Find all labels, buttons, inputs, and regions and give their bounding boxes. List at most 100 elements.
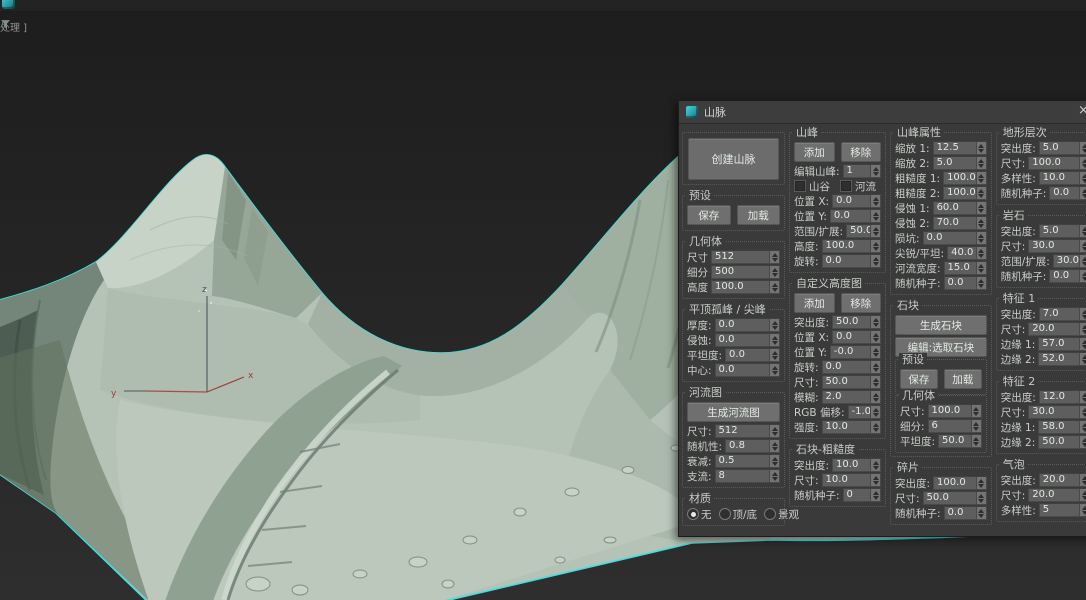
spinner-down-icon[interactable]: [1082, 413, 1086, 417]
spinner-up-icon[interactable]: [772, 336, 778, 340]
spinner-arrows[interactable]: [1079, 391, 1086, 403]
spinner-field[interactable]: 2.0: [822, 390, 881, 404]
spinner-field[interactable]: 0.0: [822, 254, 881, 268]
spinner-field[interactable]: 8: [715, 469, 780, 483]
stone-preset-save-button[interactable]: 保存: [900, 369, 938, 389]
heightmap-add-button[interactable]: 添加: [794, 293, 835, 313]
spinner-arrows[interactable]: [976, 202, 986, 214]
spinner-field[interactable]: 52.0: [1038, 352, 1086, 366]
spinner-up-icon[interactable]: [978, 159, 984, 163]
spinner-arrows[interactable]: [769, 425, 779, 437]
spinner-field[interactable]: 50.0: [822, 375, 881, 389]
spinner-down-icon[interactable]: [1082, 481, 1086, 485]
spinner-up-icon[interactable]: [873, 242, 879, 246]
spinner-up-icon[interactable]: [873, 333, 879, 337]
spinner-field[interactable]: 0.0: [822, 360, 881, 374]
spinner-up-icon[interactable]: [772, 283, 778, 287]
spinner-down-icon[interactable]: [1082, 164, 1086, 168]
spinner-up-icon[interactable]: [1082, 491, 1086, 495]
spinner-up-icon[interactable]: [978, 219, 984, 223]
spinner-up-icon[interactable]: [978, 204, 984, 208]
spinner-arrows[interactable]: [976, 277, 986, 289]
spinner-field[interactable]: 50.0: [832, 315, 881, 329]
spinner-arrows[interactable]: [976, 232, 986, 244]
spinner-down-icon[interactable]: [1082, 345, 1086, 349]
spinner-down-icon[interactable]: [1082, 232, 1086, 236]
spinner-arrows[interactable]: [870, 331, 880, 343]
close-icon[interactable]: ×: [1078, 103, 1086, 119]
spinner-arrows[interactable]: [870, 376, 880, 388]
spinner-up-icon[interactable]: [1082, 159, 1086, 163]
spinner-down-icon[interactable]: [1082, 315, 1086, 319]
spinner-field[interactable]: 0.0: [944, 506, 987, 520]
spinner-down-icon[interactable]: [973, 442, 979, 446]
spinner-up-icon[interactable]: [1082, 174, 1086, 178]
spinner-field[interactable]: 30.0: [1053, 254, 1086, 268]
spinner-arrows[interactable]: [1079, 157, 1086, 169]
spinner-down-icon[interactable]: [873, 232, 879, 236]
spinner-up-icon[interactable]: [873, 197, 879, 201]
spinner-field[interactable]: 30.0: [1028, 405, 1086, 419]
spinner-arrows[interactable]: [769, 334, 779, 346]
spinner-field[interactable]: 70.0: [933, 216, 987, 230]
spinner-up-icon[interactable]: [873, 476, 879, 480]
spinner-field[interactable]: -1.0: [848, 405, 881, 419]
spinner-arrows[interactable]: [870, 474, 880, 486]
spinner-arrows[interactable]: [870, 421, 880, 433]
spinner-down-icon[interactable]: [978, 149, 984, 153]
spinner-up-icon[interactable]: [978, 509, 984, 513]
spinner-arrows[interactable]: [870, 165, 880, 177]
spinner-arrows[interactable]: [976, 217, 986, 229]
spinner-arrows[interactable]: [976, 172, 986, 184]
spinner-field[interactable]: 0.0: [715, 333, 780, 347]
spinner-arrows[interactable]: [1079, 353, 1086, 365]
spinner-up-icon[interactable]: [873, 318, 879, 322]
spinner-field[interactable]: 0.0: [830, 209, 881, 223]
spinner-arrows[interactable]: [870, 489, 880, 501]
spinner-arrows[interactable]: [870, 316, 880, 328]
spinner-up-icon[interactable]: [1082, 355, 1086, 359]
spinner-arrows[interactable]: [870, 459, 880, 471]
spinner-down-icon[interactable]: [873, 413, 879, 417]
spinner-field[interactable]: 5: [1039, 503, 1086, 517]
preset-load-button[interactable]: 加载: [737, 205, 781, 225]
spinner-field[interactable]: 40.0: [947, 246, 987, 260]
spinner-arrows[interactable]: [769, 349, 779, 361]
spinner-arrows[interactable]: [976, 247, 986, 259]
spinner-down-icon[interactable]: [1082, 330, 1086, 334]
spinner-arrows[interactable]: [976, 477, 986, 489]
spinner-field[interactable]: 100.0: [928, 404, 982, 418]
spinner-arrows[interactable]: [971, 435, 981, 447]
spinner-field[interactable]: 100.0: [822, 239, 881, 253]
spinner-down-icon[interactable]: [873, 172, 879, 176]
spinner-down-icon[interactable]: [873, 368, 879, 372]
spinner-field[interactable]: 10.0: [832, 458, 881, 472]
spinner-down-icon[interactable]: [978, 284, 984, 288]
spinner-field[interactable]: 0.0: [944, 276, 987, 290]
peak-add-button[interactable]: 添加: [794, 142, 835, 162]
spinner-arrows[interactable]: [971, 420, 981, 432]
spinner-field[interactable]: 57.0: [1038, 337, 1086, 351]
material-none-radio[interactable]: [687, 508, 699, 520]
spinner-arrows[interactable]: [1079, 255, 1086, 267]
spinner-field[interactable]: 0.0: [725, 348, 780, 362]
spinner-up-icon[interactable]: [978, 479, 984, 483]
spinner-field[interactable]: 512: [711, 250, 780, 264]
spinner-arrows[interactable]: [1079, 172, 1086, 184]
spinner-arrows[interactable]: [1079, 187, 1086, 199]
spinner-down-icon[interactable]: [772, 258, 778, 262]
spinner-up-icon[interactable]: [873, 393, 879, 397]
spinner-up-icon[interactable]: [1082, 393, 1086, 397]
spinner-field[interactable]: 50.0: [1038, 435, 1086, 449]
spinner-down-icon[interactable]: [772, 432, 778, 436]
spinner-up-icon[interactable]: [1082, 438, 1086, 442]
spinner-field[interactable]: 6: [928, 419, 982, 433]
spinner-arrows[interactable]: [1079, 489, 1086, 501]
spinner-field[interactable]: 60.0: [933, 201, 987, 215]
spinner-arrows[interactable]: [976, 492, 986, 504]
spinner-arrows[interactable]: [1079, 323, 1086, 335]
spinner-down-icon[interactable]: [873, 353, 879, 357]
spinner-up-icon[interactable]: [1082, 423, 1086, 427]
spinner-field[interactable]: 0.0: [832, 330, 881, 344]
spinner-down-icon[interactable]: [978, 164, 984, 168]
